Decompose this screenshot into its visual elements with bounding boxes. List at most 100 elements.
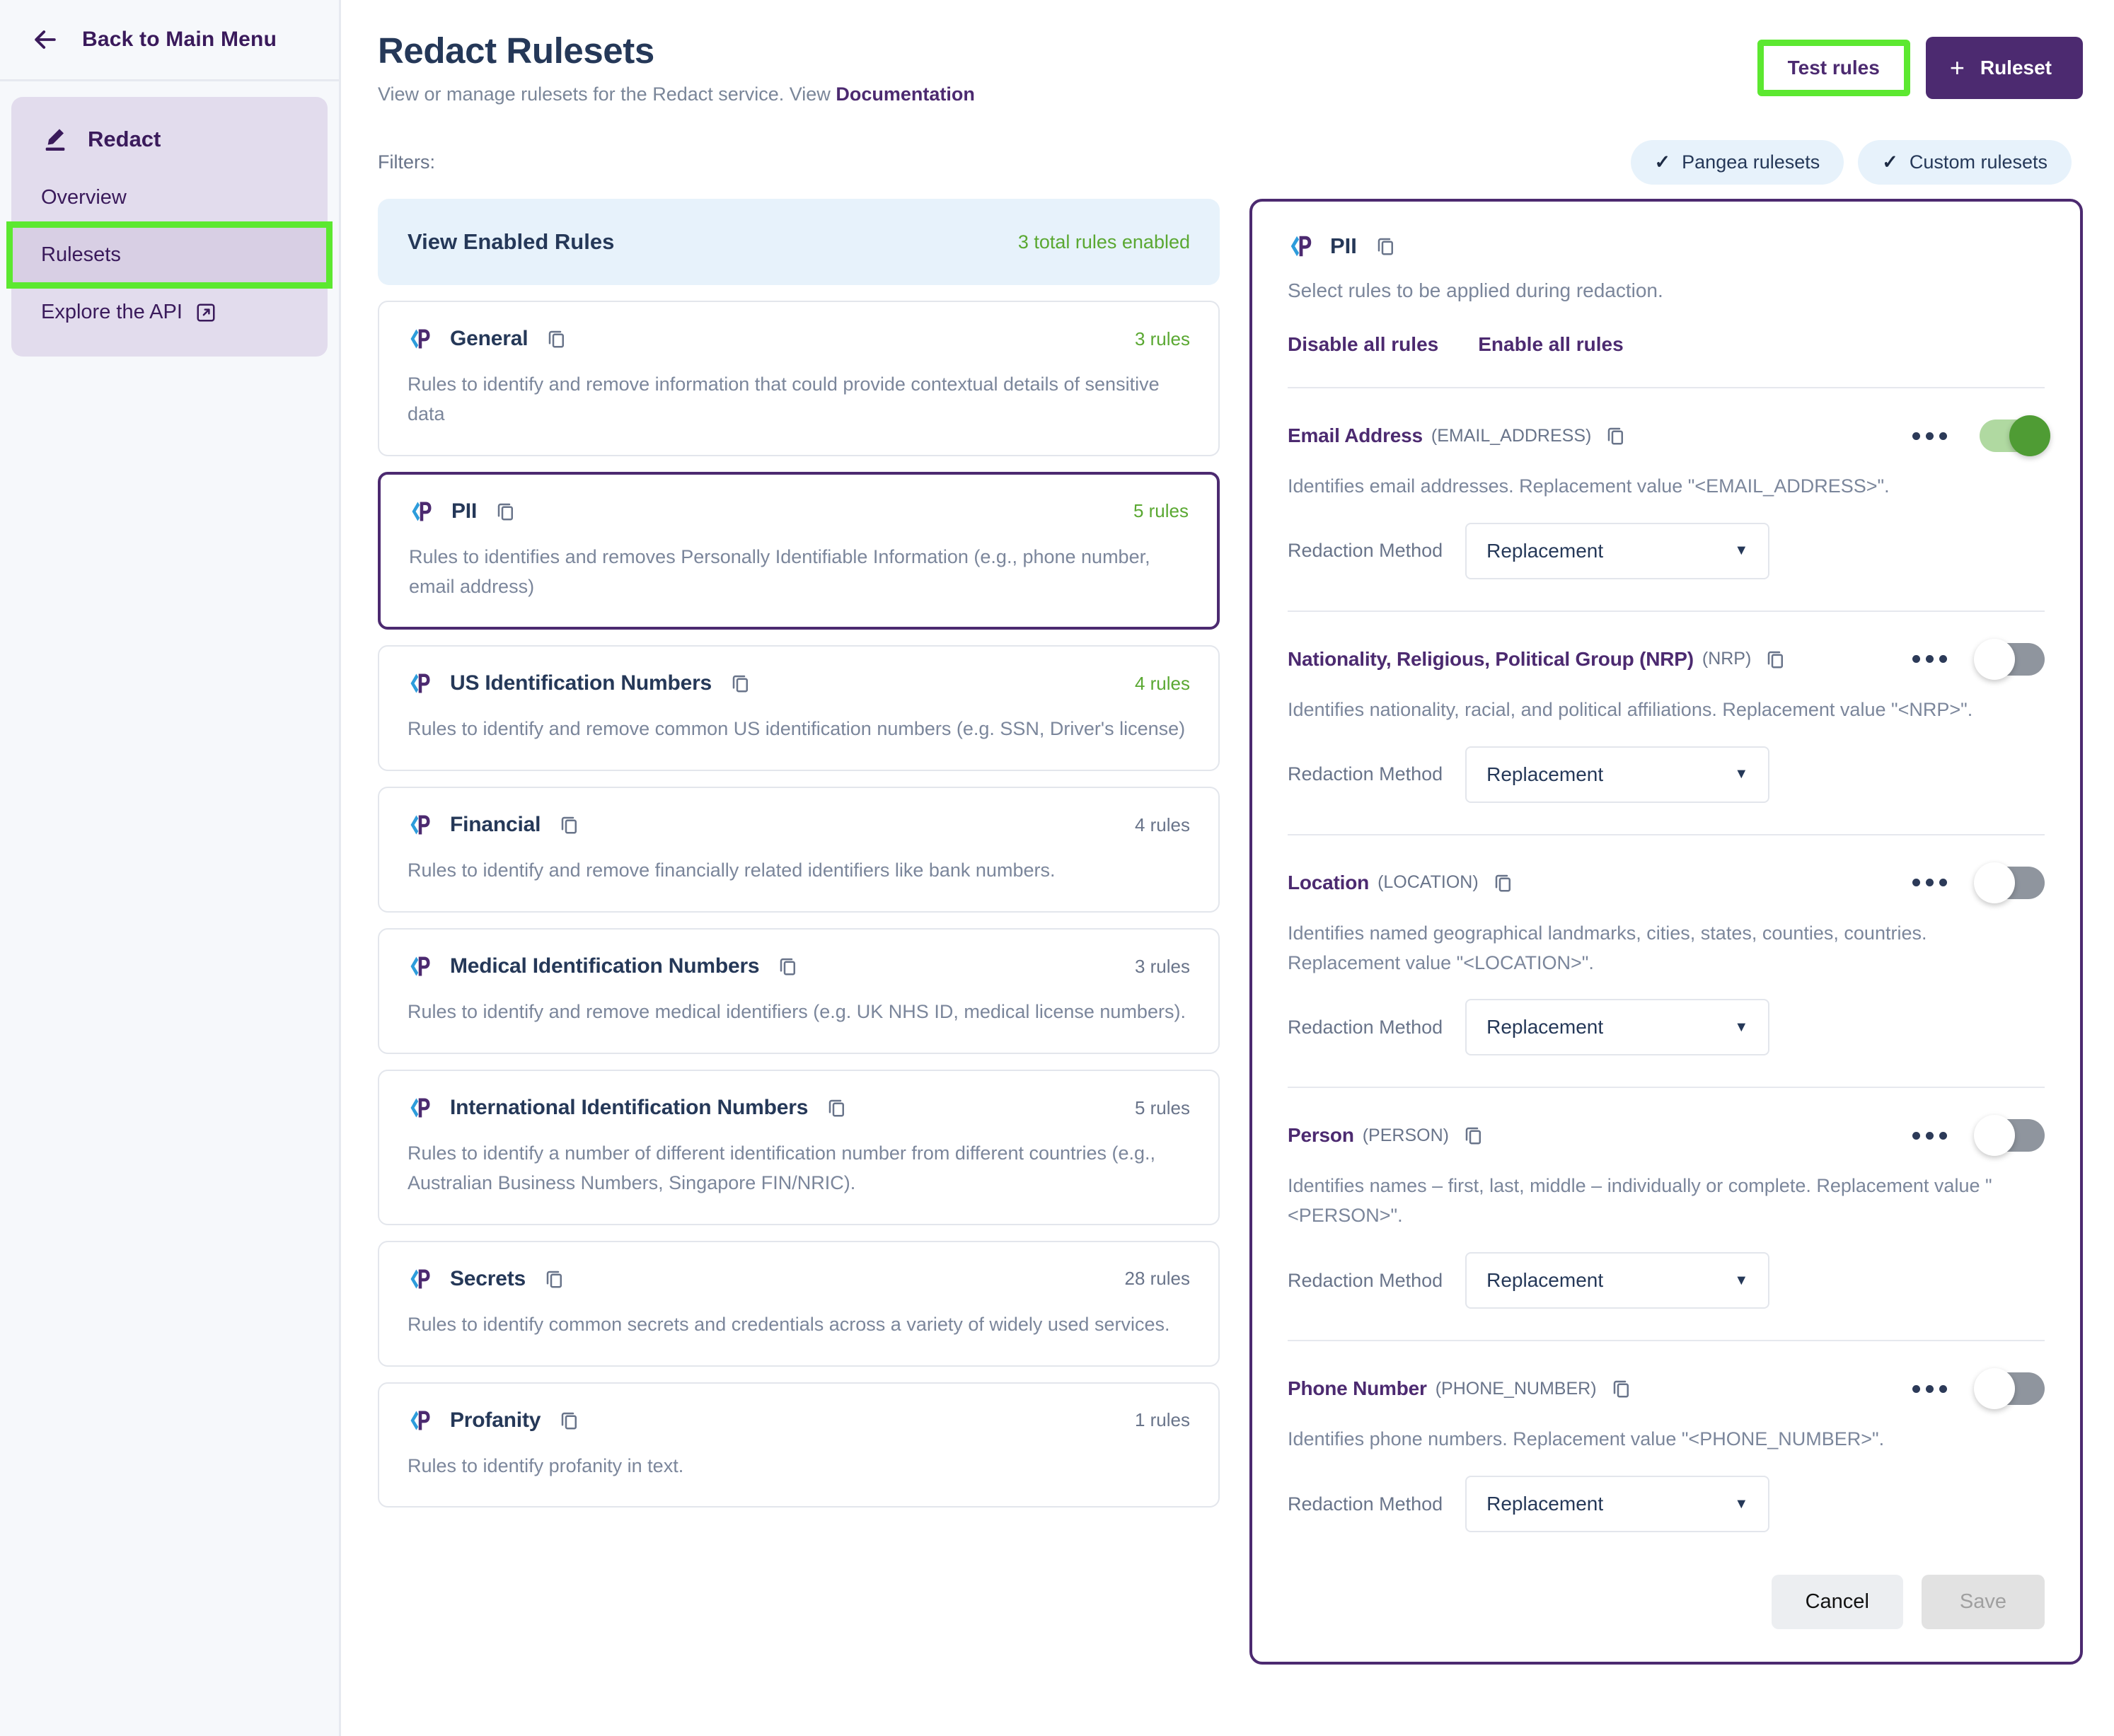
rule-key: (NRP) <box>1702 649 1752 669</box>
ruleset-card-medical-identification-numbers[interactable]: Medical Identification Numbers 3 rules R… <box>378 928 1220 1054</box>
rules-panel-bulk-actions: Disable all rules Enable all rules <box>1288 333 2045 356</box>
rule-enabled-toggle[interactable] <box>1974 862 2045 903</box>
check-icon: ✓ <box>1654 151 1671 173</box>
copy-icon[interactable] <box>559 814 580 835</box>
rule-enabled-toggle[interactable] <box>1974 638 2045 680</box>
ruleset-rule-count: 4 rules <box>1134 672 1190 694</box>
external-link-icon <box>197 303 215 321</box>
ruleset-card-header: Medical Identification Numbers 3 rules <box>408 954 1190 979</box>
test-rules-button[interactable]: Test rules <box>1757 39 1910 97</box>
rule-enabled-toggle[interactable] <box>1974 1115 2045 1157</box>
sidebar-item-rulesets[interactable]: Rulesets <box>6 221 333 289</box>
app-root: Back to Main Menu Redact Overview Rulese… <box>0 0 2114 1736</box>
copy-icon[interactable] <box>546 328 567 349</box>
save-button[interactable]: Save <box>1921 1575 2045 1629</box>
copy-icon[interactable] <box>1463 1125 1484 1146</box>
filter-chip-pangea-rulesets[interactable]: ✓ Pangea rulesets <box>1630 139 1844 185</box>
documentation-link[interactable]: Documentation <box>836 83 975 105</box>
rule-header: Person (PERSON) <box>1288 1115 2045 1157</box>
copy-icon[interactable] <box>778 956 799 977</box>
chevron-down-icon: ▼ <box>1734 543 1749 559</box>
ruleset-description: Rules to identify common secrets and cre… <box>408 1313 1170 1335</box>
sidebar-service-redact[interactable]: Redact <box>11 110 328 169</box>
rule-description: Identifies email addresses. Replacement … <box>1288 475 1890 497</box>
rule-overflow-menu-icon[interactable] <box>1910 648 1950 670</box>
redaction-method-select[interactable]: Replacement ▼ <box>1465 1252 1770 1309</box>
page-header: Redact Rulesets View or manage rulesets … <box>378 0 2083 105</box>
rule-controls <box>1910 862 2045 903</box>
ruleset-rule-count: 5 rules <box>1134 1096 1190 1118</box>
copy-icon[interactable] <box>730 673 751 694</box>
check-icon: ✓ <box>1882 151 1898 173</box>
ruleset-name: General <box>450 327 528 351</box>
ruleset-card-profanity[interactable]: Profanity 1 rules Rules to identify prof… <box>378 1382 1220 1508</box>
rule-row-nrp: Nationality, Religious, Political Group … <box>1288 612 2045 803</box>
total-rules-enabled-count: 3 total rules enabled <box>1017 231 1190 253</box>
back-to-main-menu-button[interactable]: Back to Main Menu <box>0 0 339 81</box>
ruleset-card-international-identification-numbers[interactable]: International Identification Numbers 5 r… <box>378 1070 1220 1225</box>
ruleset-name: US Identification Numbers <box>450 671 712 695</box>
chevron-down-icon: ▼ <box>1734 1272 1749 1288</box>
rule-header: Phone Number (PHONE_NUMBER) <box>1288 1368 2045 1410</box>
page-subtitle: View or manage rulesets for the Redact s… <box>378 83 1757 105</box>
rule-overflow-menu-icon[interactable] <box>1910 872 1950 893</box>
rule-row-phone-number: Phone Number (PHONE_NUMBER) Identifies p… <box>1288 1341 2045 1532</box>
enable-all-rules-button[interactable]: Enable all rules <box>1478 333 1623 356</box>
rule-key: (PHONE_NUMBER) <box>1435 1378 1597 1399</box>
rule-overflow-menu-icon[interactable] <box>1910 1125 1950 1147</box>
redaction-method-select[interactable]: Replacement ▼ <box>1465 1476 1770 1532</box>
ruleset-name: International Identification Numbers <box>450 1096 809 1119</box>
rule-title: Email Address <box>1288 424 1423 447</box>
main-content: Redact Rulesets View or manage rulesets … <box>341 0 2114 1736</box>
copy-icon[interactable] <box>495 501 516 522</box>
chevron-down-icon: ▼ <box>1734 1019 1749 1035</box>
ruleset-card-general[interactable]: General 3 rules Rules to identify and re… <box>378 301 1220 456</box>
copy-icon[interactable] <box>1605 425 1627 446</box>
copy-icon[interactable] <box>1493 872 1514 893</box>
view-enabled-rules-banner[interactable]: View Enabled Rules 3 total rules enabled <box>378 199 1220 286</box>
pangea-logo-icon <box>410 329 430 349</box>
redaction-method-label: Redaction Method <box>1288 1016 1443 1038</box>
ruleset-card-header: Profanity 1 rules <box>408 1408 1190 1433</box>
ruleset-card-header: PII 5 rules <box>409 499 1189 524</box>
ruleset-description: Rules to identify profanity in text. <box>408 1454 684 1476</box>
copy-icon[interactable] <box>559 1410 580 1431</box>
sidebar-item-overview[interactable]: Overview <box>11 169 328 226</box>
ruleset-rule-count: 5 rules <box>1133 500 1189 522</box>
redaction-method-select[interactable]: Replacement ▼ <box>1465 522 1770 579</box>
copy-icon[interactable] <box>1375 236 1397 257</box>
redaction-method-select[interactable]: Replacement ▼ <box>1465 746 1770 803</box>
rule-title: Location <box>1288 871 1370 893</box>
filter-chip-label-pangea: Pangea rulesets <box>1682 151 1820 173</box>
filter-chip-label-custom: Custom rulesets <box>1909 151 2047 173</box>
rule-enabled-toggle[interactable] <box>1974 1368 2045 1410</box>
ruleset-card-pii[interactable]: PII 5 rules Rules to identifies and remo… <box>378 471 1220 630</box>
ruleset-description: Rules to identify and remove common US i… <box>408 718 1186 740</box>
ruleset-card-financial[interactable]: Financial 4 rules Rules to identify and … <box>378 787 1220 913</box>
redaction-method-select[interactable]: Replacement ▼ <box>1465 999 1770 1056</box>
cancel-button[interactable]: Cancel <box>1771 1575 1903 1629</box>
copy-icon[interactable] <box>1765 649 1786 670</box>
copy-icon[interactable] <box>544 1268 565 1290</box>
add-ruleset-label: Ruleset <box>1980 57 2052 79</box>
ruleset-card-secrets[interactable]: Secrets 28 rules Rules to identify commo… <box>378 1240 1220 1367</box>
ruleset-rule-count: 4 rules <box>1134 814 1190 835</box>
rule-overflow-menu-icon[interactable] <box>1910 1378 1950 1400</box>
sidebar-service-label: Redact <box>88 127 161 151</box>
add-ruleset-button[interactable]: + Ruleset <box>1925 37 2083 99</box>
rule-controls <box>1910 415 2050 457</box>
ruleset-description: Rules to identifies and removes Personal… <box>409 545 1150 597</box>
rule-enabled-toggle[interactable] <box>1980 415 2050 457</box>
pangea-logo-icon <box>410 956 430 976</box>
sidebar-item-explore-the-api[interactable]: Explore the API <box>11 284 328 341</box>
filter-chip-custom-rulesets[interactable]: ✓ Custom rulesets <box>1858 139 2072 185</box>
copy-icon[interactable] <box>1611 1378 1632 1399</box>
disable-all-rules-button[interactable]: Disable all rules <box>1288 333 1438 356</box>
rule-overflow-menu-icon[interactable] <box>1910 425 1950 447</box>
rule-description: Identifies named geographical landmarks,… <box>1288 922 1927 973</box>
ruleset-description: Rules to identify and remove medical ide… <box>408 1001 1186 1023</box>
copy-icon[interactable] <box>826 1097 848 1118</box>
pangea-logo-icon <box>410 1098 430 1118</box>
rulesets-list: View Enabled Rules 3 total rules enabled… <box>378 199 1220 1736</box>
ruleset-card-us-identification-numbers[interactable]: US Identification Numbers 4 rules Rules … <box>378 645 1220 772</box>
